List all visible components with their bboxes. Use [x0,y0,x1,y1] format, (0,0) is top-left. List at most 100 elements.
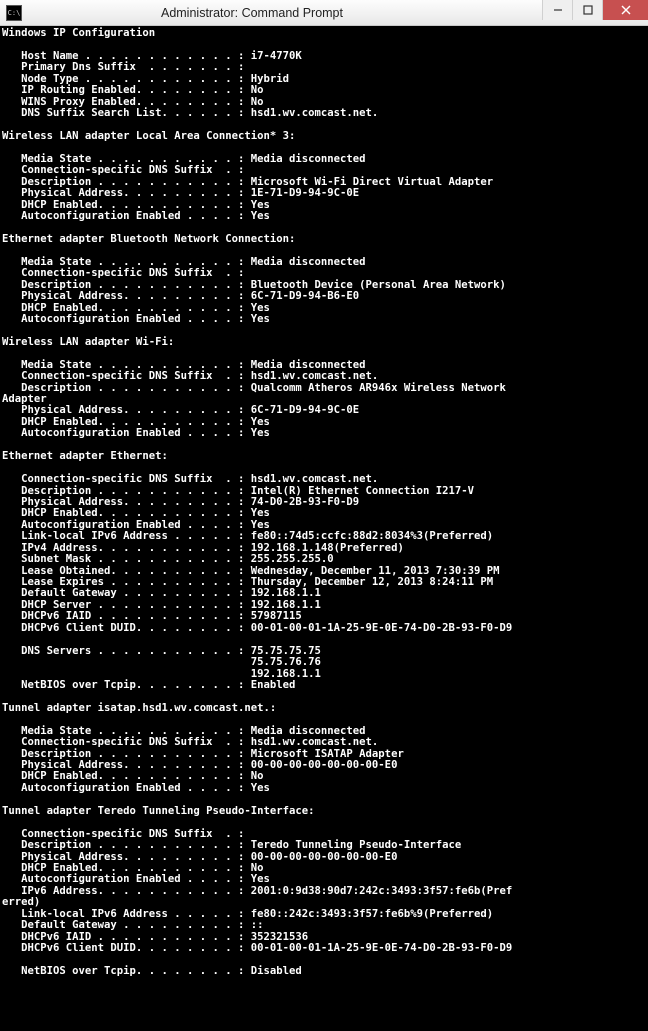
window-titlebar[interactable]: C:\ Administrator: Command Prompt [0,0,648,26]
eth-header: Ethernet adapter Ethernet: [2,450,168,462]
wlan3-desc-label: Description . . . . . . . . . . . : [2,176,251,188]
wifi-phys-label: Physical Address. . . . . . . . . : [2,404,251,416]
terminal-output[interactable]: Windows IP Configuration Host Name . . .… [0,26,648,1031]
wins-proxy-value: No [251,96,264,108]
wlan3-media-label: Media State . . . . . . . . . . . : [2,153,251,165]
maximize-button[interactable] [572,0,602,20]
eth-dns2: 75.75.76.76 [251,656,321,668]
eth-dns3: 192.168.1.1 [251,668,321,680]
wifi-media-label: Media State . . . . . . . . . . . : [2,359,251,371]
wlan3-dhcp-label: DHCP Enabled. . . . . . . . . . . : [2,199,251,211]
eth-duid-value: 00-01-00-01-1A-25-9E-0E-74-D0-2B-93-F0-D… [251,622,513,634]
eth-dhcp-value: Yes [251,507,270,519]
ter-iaid-label: DHCPv6 IAID . . . . . . . . . . . : [2,931,251,943]
ter-ll6-value: fe80::242c:3493:3f57:fe6b%9(Preferred) [251,908,493,920]
eth-ipv4-value: 192.168.1.148(Preferred) [251,542,404,554]
eth-dns1: 75.75.75.75 [251,645,321,657]
wlan3-desc-value: Microsoft Wi-Fi Direct Virtual Adapter [251,176,493,188]
eth-dns3-pad [2,668,251,680]
isa-auto-value: Yes [251,782,270,794]
eth-iaid-label: DHCPv6 IAID . . . . . . . . . . . : [2,610,251,622]
wlan3-header: Wireless LAN adapter Local Area Connecti… [2,130,295,142]
ter-duid-label: DHCPv6 Client DUID. . . . . . . . : [2,942,251,954]
window-title: Administrator: Command Prompt [0,6,542,20]
bt-desc-label: Description . . . . . . . . . . . : [2,279,251,291]
wlan3-auto-label: Autoconfiguration Enabled . . . . : [2,210,251,222]
wifi-header: Wireless LAN adapter Wi-Fi: [2,336,174,348]
isa-dhcp-label: DHCP Enabled. . . . . . . . . . . : [2,770,251,782]
eth-lease-obtained-value: Wednesday, December 11, 2013 7:30:39 PM [251,565,500,577]
node-type-value: Hybrid [251,73,289,85]
isa-phys-label: Physical Address. . . . . . . . . : [2,759,251,771]
window-buttons [542,0,648,25]
eth-ll6-label: Link-local IPv6 Address . . . . . : [2,530,251,542]
isa-suffix-label: Connection-specific DNS Suffix . : [2,736,251,748]
eth-dhcp-server-label: DHCP Server . . . . . . . . . . . : [2,599,251,611]
eth-dns2-pad [2,656,251,668]
eth-ll6-value: fe80::74d5:ccfc:88d2:8034%3(Preferred) [251,530,493,542]
eth-desc-label: Description . . . . . . . . . . . : [2,485,251,497]
maximize-icon [583,5,593,15]
close-button[interactable] [602,0,648,20]
ter-suffix-label: Connection-specific DNS Suffix . : [2,828,244,840]
ter-auto-label: Autoconfiguration Enabled . . . . : [2,873,251,885]
ter-nbt-label: NetBIOS over Tcpip. . . . . . . . : [2,965,251,977]
bt-auto-value: Yes [251,313,270,325]
eth-suffix-value: hsd1.wv.comcast.net. [251,473,379,485]
ip-routing-value: No [251,84,264,96]
host-name-label: Host Name . . . . . . . . . . . . : [2,50,251,62]
eth-lease-expires-value: Thursday, December 12, 2013 8:24:11 PM [251,576,493,588]
ter-ipv6-value: 2001:0:9d38:90d7:242c:3493:3f57:fe6b(Pre… [251,885,513,897]
ter-desc-label: Description . . . . . . . . . . . : [2,839,251,851]
isa-media-label: Media State . . . . . . . . . . . : [2,725,251,737]
wlan3-auto-value: Yes [251,210,270,222]
teredo-header: Tunnel adapter Teredo Tunneling Pseudo-I… [2,805,315,817]
ter-desc-value: Teredo Tunneling Pseudo-Interface [251,839,461,851]
bt-desc-value: Bluetooth Device (Personal Area Network) [251,279,506,291]
ipconfig-header: Windows IP Configuration [2,27,155,39]
wlan3-dhcp-value: Yes [251,199,270,211]
wifi-phys-value: 6C-71-D9-94-9C-0E [251,404,359,416]
ter-gateway-label: Default Gateway . . . . . . . . . : [2,919,251,931]
eth-dns-label: DNS Servers . . . . . . . . . . . : [2,645,251,657]
eth-phys-label: Physical Address. . . . . . . . . : [2,496,251,508]
close-icon [621,5,631,15]
bt-suffix-label: Connection-specific DNS Suffix . : [2,267,244,279]
ter-ll6-label: Link-local IPv6 Address . . . . . : [2,908,251,920]
bt-auto-label: Autoconfiguration Enabled . . . . : [2,313,251,325]
eth-mask-value: 255.255.255.0 [251,553,334,565]
eth-nbt-label: NetBIOS over Tcpip. . . . . . . . : [2,679,251,691]
cmd-icon: C:\ [6,5,22,21]
wifi-media-value: Media disconnected [251,359,366,371]
eth-nbt-value: Enabled [251,679,296,691]
ter-phys-label: Physical Address. . . . . . . . . : [2,851,251,863]
bt-dhcp-value: Yes [251,302,270,314]
ter-ipv6-label: IPv6 Address. . . . . . . . . . . : [2,885,251,897]
ter-duid-value: 00-01-00-01-1A-25-9E-0E-74-D0-2B-93-F0-D… [251,942,513,954]
isatap-header: Tunnel adapter isatap.hsd1.wv.comcast.ne… [2,702,276,714]
eth-ipv4-label: IPv4 Address. . . . . . . . . . . : [2,542,251,554]
wifi-dhcp-value: Yes [251,416,270,428]
wifi-suffix-label: Connection-specific DNS Suffix . : [2,370,251,382]
wifi-desc-label: Description . . . . . . . . . . . : [2,382,251,394]
isa-suffix-value: hsd1.wv.comcast.net. [251,736,379,748]
wlan3-phys-label: Physical Address. . . . . . . . . : [2,187,251,199]
eth-phys-value: 74-D0-2B-93-F0-D9 [251,496,359,508]
wifi-auto-value: Yes [251,427,270,439]
eth-suffix-label: Connection-specific DNS Suffix . : [2,473,251,485]
ter-phys-value: 00-00-00-00-00-00-00-E0 [251,851,398,863]
isa-phys-value: 00-00-00-00-00-00-00-E0 [251,759,398,771]
ter-dhcp-label: DHCP Enabled. . . . . . . . . . . : [2,862,251,874]
eth-mask-label: Subnet Mask . . . . . . . . . . . : [2,553,251,565]
minimize-button[interactable] [542,0,572,20]
ter-auto-value: Yes [251,873,270,885]
wlan3-media-value: Media disconnected [251,153,366,165]
bt-media-label: Media State . . . . . . . . . . . : [2,256,251,268]
bt-media-value: Media disconnected [251,256,366,268]
dns-suffix-list-label: DNS Suffix Search List. . . . . . : [2,107,251,119]
eth-auto-label: Autoconfiguration Enabled . . . . : [2,519,251,531]
eth-dhcp-server-value: 192.168.1.1 [251,599,321,611]
eth-auto-value: Yes [251,519,270,531]
ter-iaid-value: 352321536 [251,931,308,943]
node-type-label: Node Type . . . . . . . . . . . . : [2,73,251,85]
